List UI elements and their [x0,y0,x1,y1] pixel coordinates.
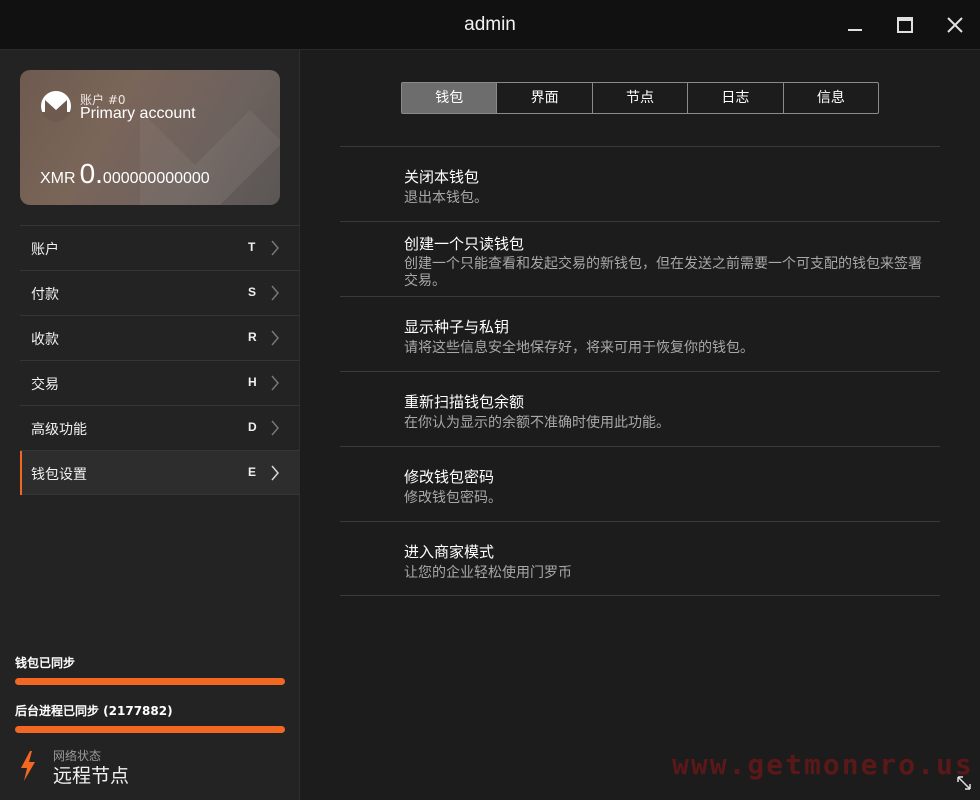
main-panel: 钱包 界面 节点 日志 信息 关闭本钱包 退出本钱包。 创建一个只读钱包 创建一… [301,50,980,800]
close-button[interactable] [942,12,968,38]
wallet-sync-status: 钱包已同步 [15,654,285,685]
setting-title: 进入商家模式 [404,543,495,561]
balance: XMR 0.000000000000 [40,158,210,190]
account-name: Primary account [80,105,196,122]
setting-show-seed-and-keys[interactable]: 显示种子与私钥 请将这些信息安全地保存好，将来可用于恢复你的钱包。 [340,296,940,371]
lightning-icon [21,751,35,781]
sidebar-item-label: 钱包设置 [31,467,87,483]
sidebar-item-settings[interactable]: 钱包设置 E [20,450,300,495]
setting-title: 修改钱包密码 [404,468,495,486]
setting-create-view-only-wallet[interactable]: 创建一个只读钱包 创建一个只能查看和发起交易的新钱包，但在发送之前需要一个可支配… [340,221,940,296]
setting-title: 显示种子与私钥 [404,318,510,336]
shortcut-key: S [248,285,257,299]
chevron-right-icon [271,330,279,346]
setting-rescan-balance[interactable]: 重新扫描钱包余额 在你认为显示的余额不准确时使用此功能。 [340,371,940,446]
title-bar: admin [0,0,980,50]
resize-handle-icon[interactable] [956,775,972,791]
balance-integer: 0. [79,158,103,189]
shortcut-key: T [248,240,256,254]
chevron-right-icon [271,285,279,301]
monero-logo-icon [41,91,71,122]
daemon-sync-status: 后台进程已同步 (2177882) [15,702,285,733]
setting-description: 在你认为显示的余额不准确时使用此功能。 [404,415,670,431]
wallet-sync-progress-bar [15,678,285,685]
daemon-sync-label: 后台进程已同步 (2177882) [15,704,173,718]
setting-title: 关闭本钱包 [404,168,480,186]
wallet-sync-label: 钱包已同步 [15,656,76,670]
shortcut-key: R [248,330,257,344]
shortcut-key: H [248,375,257,389]
setting-description: 创建一个只能查看和发起交易的新钱包，但在发送之前需要一个可支配的钱包来签署交易。 [404,256,922,289]
sidebar-item-advanced[interactable]: 高级功能 D [20,405,300,450]
setting-title: 创建一个只读钱包 [404,235,525,253]
setting-close-wallet[interactable]: 关闭本钱包 退出本钱包。 [340,146,940,221]
minimize-button[interactable] [842,12,868,38]
sidebar-item-label: 交易 [31,377,59,393]
setting-description: 让您的企业轻松使用门罗币 [404,565,572,581]
tab-info[interactable]: 信息 [782,83,878,113]
window-title: admin [464,14,516,35]
network-status: 网络状态 远程节点 [15,747,285,787]
sidebar-item-send[interactable]: 付款 S [20,270,300,315]
tab-interface[interactable]: 界面 [496,83,591,113]
setting-description: 退出本钱包。 [404,190,488,206]
sidebar-item-transactions[interactable]: 交易 H [20,360,300,405]
setting-merchant-mode[interactable]: 进入商家模式 让您的企业轻松使用门罗币 [340,521,940,596]
setting-title: 重新扫描钱包余额 [404,393,525,411]
maximize-button[interactable] [892,12,918,38]
sidebar-menu: 账户 T 付款 S 收款 R 交易 H 高级功能 D 钱包设置 E [20,225,300,495]
network-status-value: 远程节点 [53,765,130,787]
daemon-sync-progress-bar [15,726,285,733]
sidebar-item-receive[interactable]: 收款 R [20,315,300,360]
balance-fraction: 000000000000 [102,170,210,187]
site-watermark: www.getmonero.us [672,748,974,781]
setting-description: 修改钱包密码。 [404,490,502,506]
sidebar: 账户 #0 Primary account XMR 0.000000000000 … [0,50,300,800]
sidebar-item-account[interactable]: 账户 T [20,225,300,270]
tab-node[interactable]: 节点 [591,83,687,113]
balance-currency: XMR [40,170,76,187]
chevron-right-icon [271,465,279,481]
shortcut-key: D [248,420,257,434]
settings-tabs: 钱包 界面 节点 日志 信息 [401,82,879,114]
chevron-right-icon [271,240,279,256]
sidebar-item-label: 高级功能 [31,422,87,438]
account-card[interactable]: 账户 #0 Primary account XMR 0.000000000000 [20,70,280,205]
chevron-right-icon [271,375,279,391]
tab-wallet[interactable]: 钱包 [402,83,497,113]
wallet-settings-list: 关闭本钱包 退出本钱包。 创建一个只读钱包 创建一个只能查看和发起交易的新钱包，… [340,146,940,596]
sidebar-item-label: 账户 [31,242,59,258]
sidebar-item-label: 付款 [31,287,59,303]
minimize-icon [848,29,862,31]
maximize-icon [897,17,913,33]
setting-description: 请将这些信息安全地保存好，将来可用于恢复你的钱包。 [404,340,754,356]
setting-change-password[interactable]: 修改钱包密码 修改钱包密码。 [340,446,940,521]
shortcut-key: E [248,465,257,479]
chevron-right-icon [271,420,279,436]
sidebar-item-label: 收款 [31,332,59,348]
tab-log[interactable]: 日志 [687,83,782,113]
close-icon [947,17,963,33]
